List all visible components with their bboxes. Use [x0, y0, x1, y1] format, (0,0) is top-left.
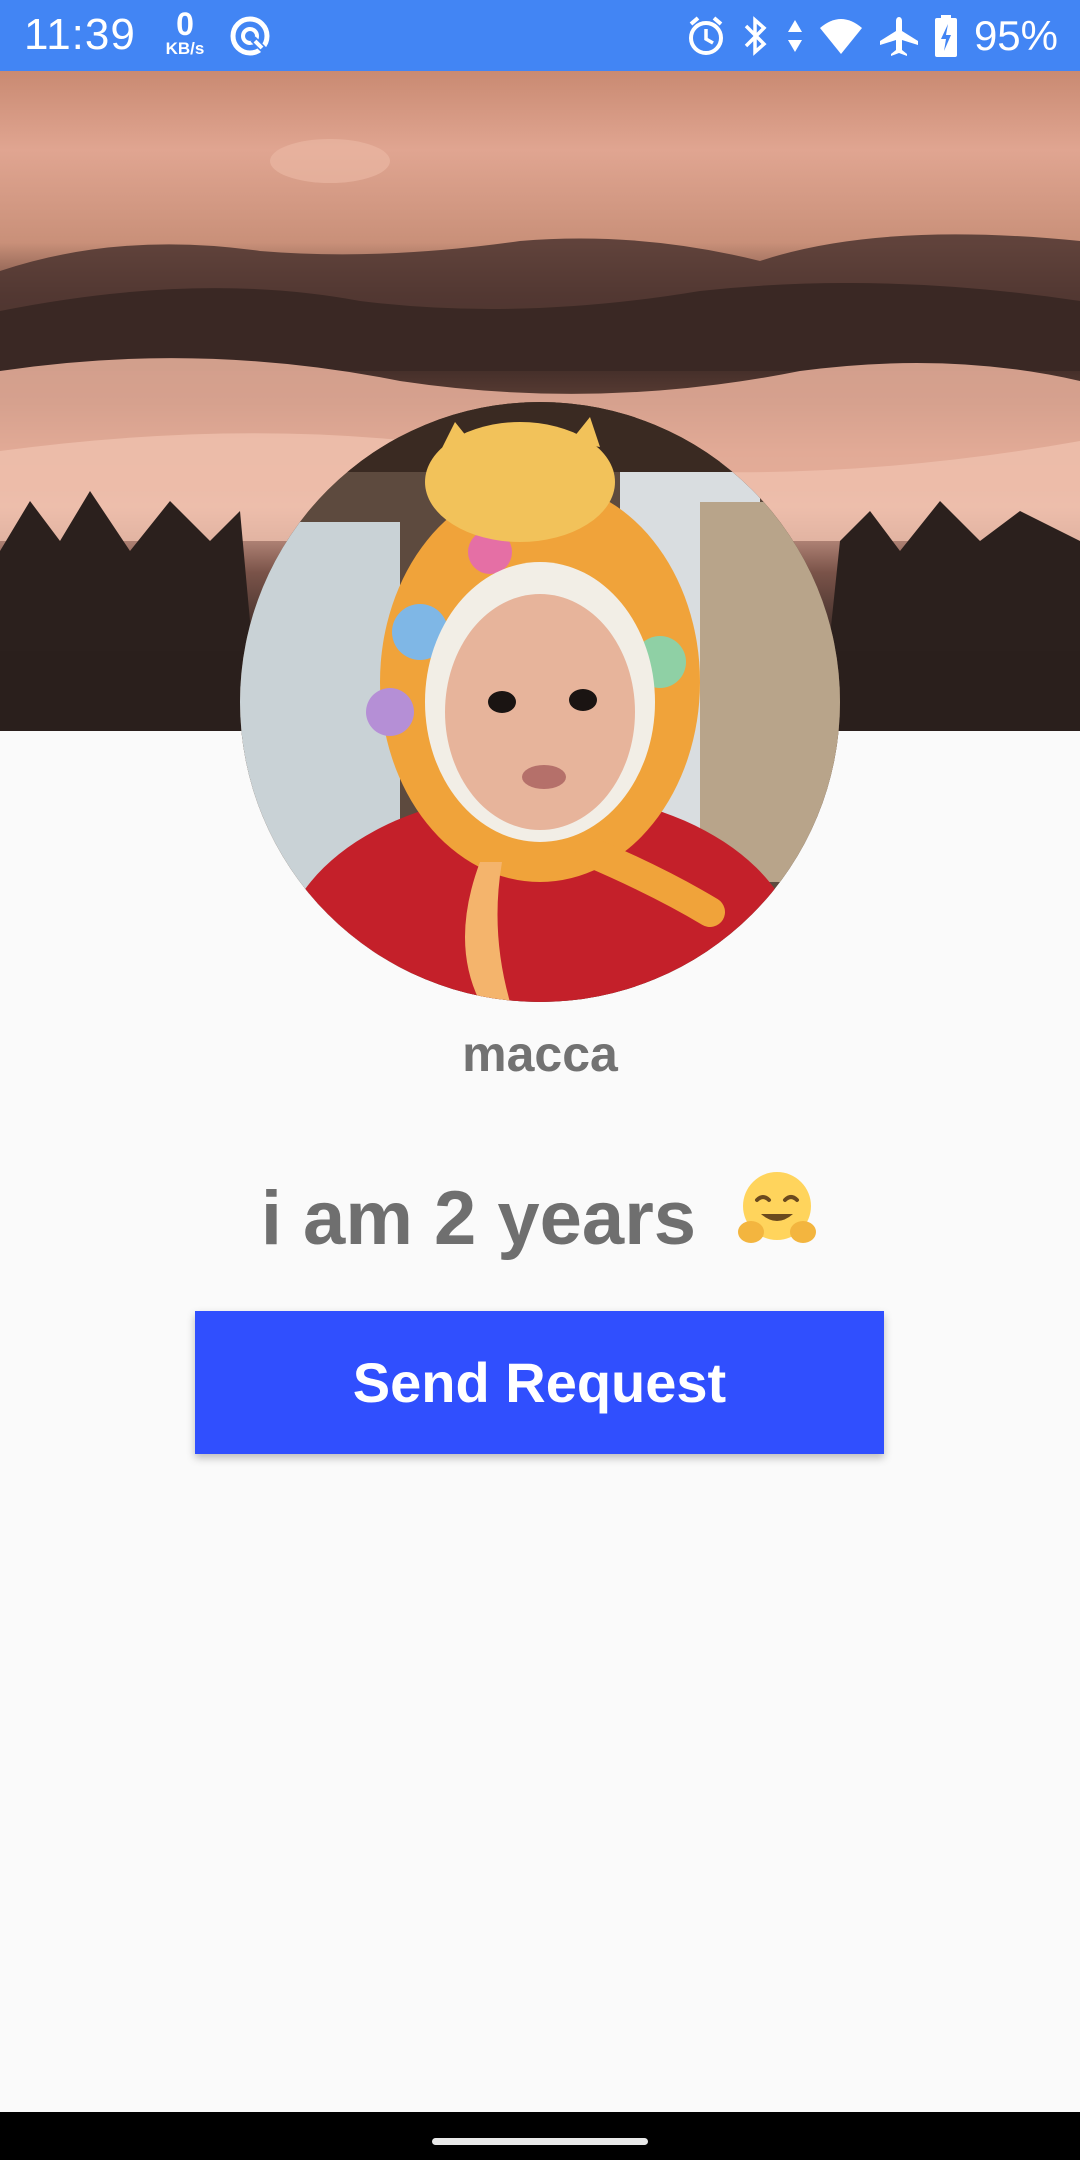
bluetooth-icon	[740, 14, 772, 58]
navigation-bar	[0, 2112, 1080, 2160]
status-time: 11:39	[24, 10, 136, 59]
net-speed-unit: KB/s	[165, 39, 205, 58]
profile-bio: i am 2 years	[0, 1171, 1080, 1270]
bio-text: i am 2 years	[260, 1176, 697, 1261]
data-arrows-icon	[786, 14, 804, 58]
status-bar: 11:39 0 KB/s 95%	[0, 0, 1080, 71]
home-gesture-handle[interactable]	[432, 2138, 648, 2145]
profile-username: macca	[462, 1026, 618, 1082]
send-request-button[interactable]: Send Request	[195, 1311, 884, 1454]
hugging-face-emoji	[735, 1168, 819, 1270]
net-speed-indicator: 0 KB/s	[160, 8, 210, 57]
alarm-icon	[686, 14, 726, 58]
net-speed-value: 0	[176, 6, 194, 42]
wifi-icon	[818, 16, 864, 56]
profile-avatar[interactable]	[240, 402, 840, 1002]
battery-percent: 95%	[973, 12, 1058, 59]
battery-charging-icon	[934, 14, 958, 58]
sync-icon	[228, 14, 272, 63]
airplane-icon	[878, 15, 920, 57]
